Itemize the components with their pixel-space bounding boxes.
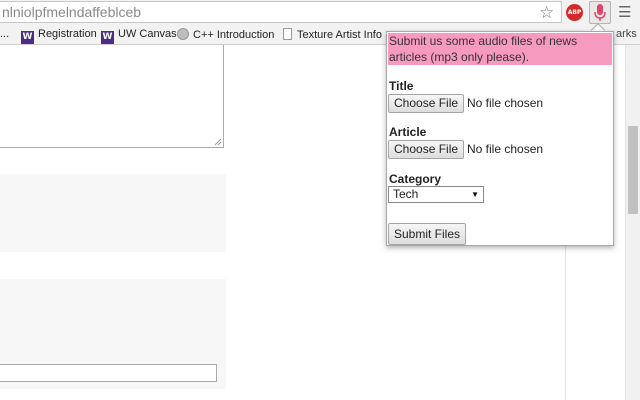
- resize-grip-icon[interactable]: [214, 138, 222, 146]
- title-label: Title: [389, 79, 414, 93]
- page-icon: [283, 28, 292, 40]
- title-file-status: No file chosen: [467, 96, 544, 110]
- content-panel: [0, 174, 226, 252]
- bookmark-label: Texture Artist Info: [297, 29, 382, 41]
- title-choose-file-button[interactable]: Choose File: [388, 94, 465, 113]
- dropdown-arrow-icon: ▼: [471, 190, 479, 199]
- bookmark-uw-canvas[interactable]: W UW Canvas: [101, 28, 177, 44]
- text-area[interactable]: [0, 45, 224, 148]
- uw-logo-icon: W: [21, 31, 34, 44]
- scrollbar[interactable]: [625, 45, 640, 400]
- bookmark-texture-artist-info[interactable]: Texture Artist Info: [283, 28, 382, 41]
- notice-banner: Submit us some audio files of news artic…: [388, 33, 612, 65]
- text-input[interactable]: [0, 364, 217, 382]
- scrollbar-thumb[interactable]: [628, 126, 638, 214]
- adblock-icon[interactable]: ABP: [566, 4, 583, 21]
- browser-window: nlniolpfmelndaffeblceb ☆ ABP ☰ ... W Regi…: [0, 0, 640, 400]
- url-text[interactable]: nlniolpfmelndaffeblceb: [2, 4, 141, 20]
- microphone-icon: [594, 4, 606, 21]
- microphone-extension-button[interactable]: [589, 1, 611, 24]
- extension-popup: Submit us some audio files of news artic…: [386, 31, 614, 246]
- bookmark-cpp-introduction[interactable]: C++ Introduction: [177, 28, 274, 41]
- star-icon[interactable]: ☆: [539, 3, 554, 23]
- cd-icon: [177, 28, 189, 40]
- address-bar[interactable]: nlniolpfmelndaffeblceb ☆: [0, 1, 562, 23]
- bookmark-label: Registration: [38, 28, 97, 40]
- article-file-status: No file chosen: [467, 142, 544, 156]
- bookmark-label: UW Canvas: [118, 28, 177, 40]
- category-label: Category: [389, 172, 442, 186]
- bookmark-registration[interactable]: W Registration: [21, 28, 97, 44]
- menu-icon[interactable]: ☰: [618, 3, 631, 21]
- article-choose-file-button[interactable]: Choose File: [388, 140, 465, 159]
- submit-files-button[interactable]: Submit Files: [388, 223, 466, 245]
- bookmark-label: C++ Introduction: [193, 29, 275, 41]
- category-value: Tech: [393, 187, 419, 201]
- bookmark-ellipsis[interactable]: ...: [0, 28, 9, 40]
- other-bookmarks[interactable]: arks: [616, 28, 637, 40]
- toolbar: nlniolpfmelndaffeblceb ☆ ABP ☰: [0, 0, 640, 25]
- uw-logo-icon: W: [101, 31, 114, 44]
- category-select[interactable]: Tech ▼: [388, 186, 484, 203]
- article-label: Article: [389, 125, 427, 139]
